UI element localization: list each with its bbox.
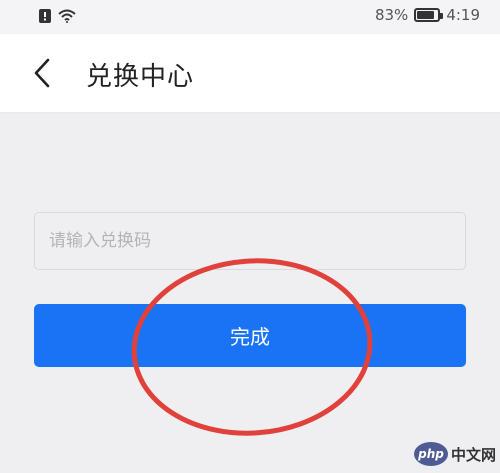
notification-icon xyxy=(39,9,51,23)
page-title: 兑换中心 xyxy=(86,62,195,92)
php-logo: php xyxy=(414,442,448,466)
battery-icon xyxy=(414,8,444,22)
redeem-code-input[interactable] xyxy=(35,213,465,269)
watermark: php 中文网 xyxy=(414,440,496,468)
nav-bar: 兑换中心 xyxy=(0,34,500,112)
battery-percent: 83% xyxy=(374,6,409,24)
watermark-text: 中文网 xyxy=(451,445,497,464)
wifi-icon xyxy=(58,9,76,23)
done-button[interactable]: 完成 xyxy=(34,304,466,367)
battery-fill xyxy=(417,11,434,19)
status-time: 4:19 xyxy=(446,6,480,24)
status-right: 83% 4:19 xyxy=(375,6,480,24)
back-arrow-icon xyxy=(34,58,50,88)
redeem-code-field xyxy=(34,212,466,270)
status-left xyxy=(38,8,76,24)
status-bar: 83% 4:19 xyxy=(0,0,500,34)
back-button[interactable] xyxy=(22,52,62,94)
